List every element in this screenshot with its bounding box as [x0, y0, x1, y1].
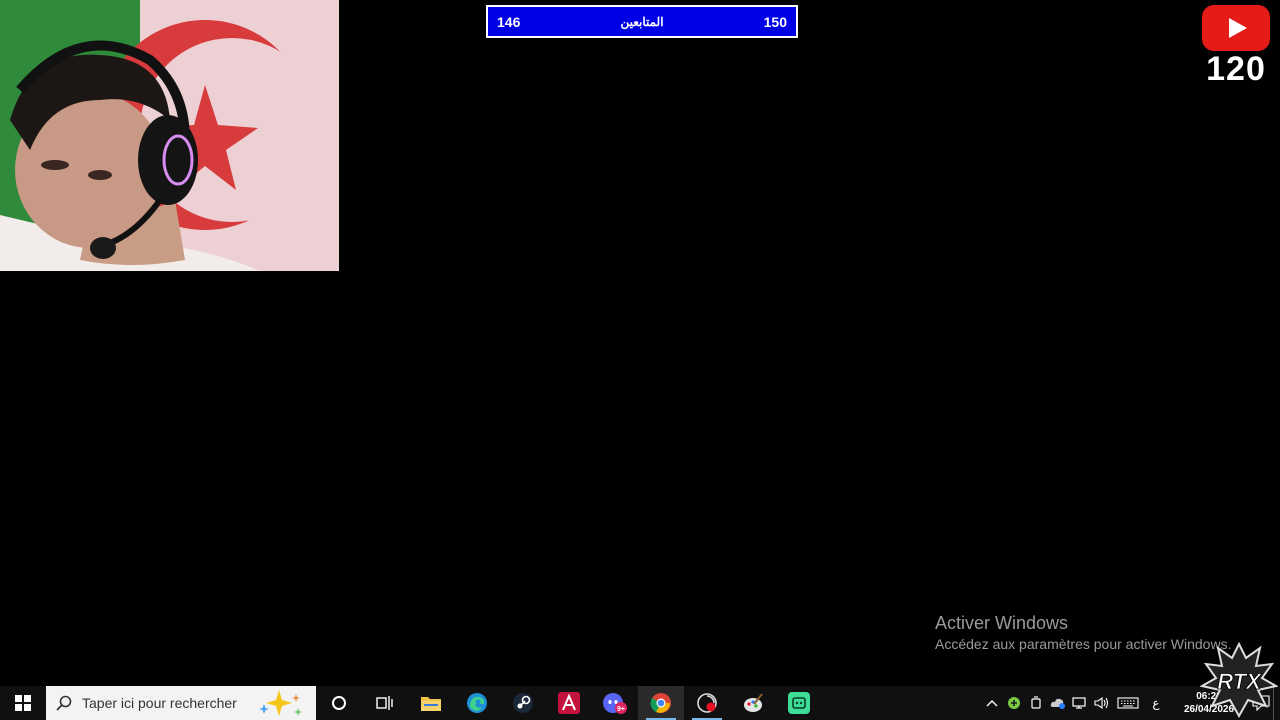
green-status-icon	[1008, 697, 1020, 709]
search-input[interactable]	[80, 694, 254, 712]
youtube-count: 120	[1206, 50, 1266, 88]
tray-network[interactable]	[1069, 686, 1091, 720]
discord-icon: 9+	[603, 693, 627, 714]
taskbar: 9+	[0, 686, 1280, 720]
edge-icon	[467, 693, 487, 713]
record-icon	[697, 693, 717, 713]
steam-button[interactable]	[500, 686, 546, 720]
keyboard-icon	[1117, 697, 1139, 709]
chrome-icon	[650, 693, 671, 713]
chrome-button[interactable]	[638, 686, 684, 720]
chevron-up-icon	[986, 700, 998, 707]
sparkle-icon	[259, 690, 302, 716]
search-icon	[56, 695, 72, 711]
follower-right-count: 150	[763, 13, 787, 30]
webcam-image	[0, 0, 339, 271]
rtx-logo: RTX	[1200, 641, 1278, 719]
app-green-icon	[788, 692, 810, 714]
app-red-button[interactable]	[546, 686, 592, 720]
desktop: 146 المتابعين 150 120 Activer Windows Ac…	[0, 0, 1280, 686]
tray-expand-button[interactable]	[981, 686, 1003, 720]
discord-button[interactable]: 9+	[592, 686, 638, 720]
paint-icon	[744, 693, 763, 712]
taskbar-search[interactable]	[46, 686, 316, 720]
tray-app-green[interactable]	[1003, 686, 1025, 720]
volume-icon	[1094, 696, 1109, 710]
discord-badge: 9+	[617, 706, 625, 713]
follower-counter-bar: 146 المتابعين 150	[486, 5, 798, 38]
youtube-icon	[1202, 5, 1270, 51]
tray-onedrive[interactable]	[1047, 686, 1069, 720]
paint-button[interactable]	[730, 686, 776, 720]
start-button[interactable]	[0, 686, 46, 720]
file-explorer-button[interactable]	[408, 686, 454, 720]
windows-icon	[15, 695, 31, 711]
cortana-icon	[332, 696, 346, 710]
youtube-subscriber-badge: 120	[1200, 5, 1272, 86]
activate-windows-watermark: Activer Windows Accédez aux paramètres p…	[935, 612, 1231, 654]
svg-text:RTX: RTX	[1217, 669, 1262, 694]
tray-volume[interactable]	[1091, 686, 1113, 720]
app-a-icon	[558, 692, 580, 714]
cloud-icon	[1050, 698, 1065, 709]
folder-icon	[421, 697, 441, 711]
activate-windows-title: Activer Windows	[935, 613, 1069, 633]
follower-label: المتابعين	[620, 14, 664, 29]
task-view-icon	[376, 696, 393, 710]
steam-icon	[513, 693, 533, 713]
activate-windows-subtitle: Accédez aux paramètres pour activer Wind…	[935, 636, 1232, 652]
app-green-button[interactable]	[776, 686, 822, 720]
follower-left-count: 146	[497, 13, 521, 30]
obs-button[interactable]	[684, 686, 730, 720]
language-indicator[interactable]: ع	[1143, 696, 1169, 710]
tray-device[interactable]	[1025, 686, 1047, 720]
edge-button[interactable]	[454, 686, 500, 720]
webcam-feed	[0, 0, 339, 271]
device-icon	[1031, 696, 1041, 709]
task-view-button[interactable]	[362, 686, 408, 720]
tray-keyboard[interactable]	[1113, 686, 1143, 720]
cortana-button[interactable]	[316, 686, 362, 720]
network-icon	[1072, 697, 1086, 709]
